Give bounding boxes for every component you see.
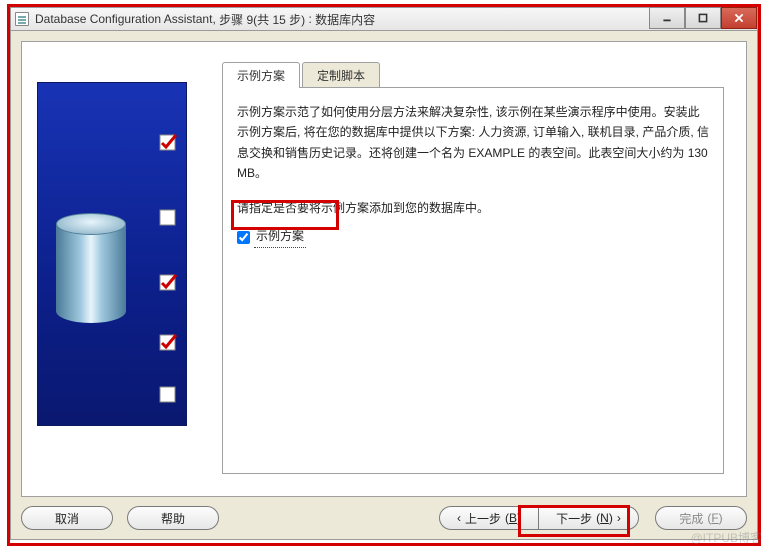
close-button[interactable] bbox=[721, 7, 757, 29]
step-indicator-checked-icon bbox=[158, 273, 178, 293]
maximize-button[interactable] bbox=[685, 7, 721, 29]
back-chevron-icon: ‹ bbox=[457, 511, 461, 525]
tab-sample-schemas[interactable]: 示例方案 bbox=[222, 62, 300, 88]
app-icon bbox=[15, 12, 29, 26]
tab-panel-sample-schemas: 示例方案示范了如何使用分层方法来解决复杂性, 该示例在某些演示程序中使用。安装此… bbox=[222, 87, 724, 474]
window-titlebar: Database Configuration Assistant , 步骤 9(… bbox=[10, 7, 758, 31]
annotation-next-button-outline bbox=[518, 505, 630, 537]
help-button[interactable]: 帮助 bbox=[127, 506, 219, 530]
wizard-content-frame: 示例方案 定制脚本 示例方案示范了如何使用分层方法来解决复杂性, 该示例在某些演… bbox=[21, 41, 747, 497]
sample-schema-checkbox[interactable] bbox=[237, 231, 250, 244]
back-hotkey: B bbox=[509, 511, 517, 525]
database-cylinder-icon bbox=[56, 213, 126, 333]
finish-hotkey: F bbox=[711, 511, 718, 525]
step-indicator-empty-icon bbox=[158, 385, 178, 405]
titlebar-page: 数据库内容 bbox=[315, 11, 375, 28]
wizard-button-bar: 取消 帮助 ‹ 上一步(B) 下一步(N) › 完成(F) bbox=[21, 503, 747, 533]
back-label: 上一步 bbox=[465, 510, 501, 527]
finish-label: 完成 bbox=[679, 510, 703, 527]
sample-schema-description: 示例方案示范了如何使用分层方法来解决复杂性, 该示例在某些演示程序中使用。安装此… bbox=[237, 102, 709, 184]
minimize-button[interactable] bbox=[649, 7, 685, 29]
tab-custom-scripts[interactable]: 定制脚本 bbox=[302, 62, 380, 88]
titlebar-step: 步骤 9(共 15 步) bbox=[219, 11, 305, 28]
window-client-area: 示例方案 定制脚本 示例方案示范了如何使用分层方法来解决复杂性, 该示例在某些演… bbox=[10, 31, 758, 540]
titlebar-sep1: , bbox=[212, 12, 219, 26]
watermark-text: @ITPUB博客 bbox=[690, 529, 762, 546]
titlebar-sep2: : bbox=[305, 12, 315, 26]
step-indicator-checked-icon bbox=[158, 133, 178, 153]
step-indicator-checked-icon bbox=[158, 333, 178, 353]
cancel-button[interactable]: 取消 bbox=[21, 506, 113, 530]
annotation-sample-checkbox-outline bbox=[231, 200, 339, 230]
wizard-sidebar bbox=[37, 82, 187, 426]
tab-strip: 示例方案 定制脚本 bbox=[222, 64, 724, 88]
step-indicator-empty-icon bbox=[158, 208, 178, 228]
finish-button[interactable]: 完成(F) bbox=[655, 506, 747, 530]
titlebar-app: Database Configuration Assistant bbox=[35, 12, 212, 26]
